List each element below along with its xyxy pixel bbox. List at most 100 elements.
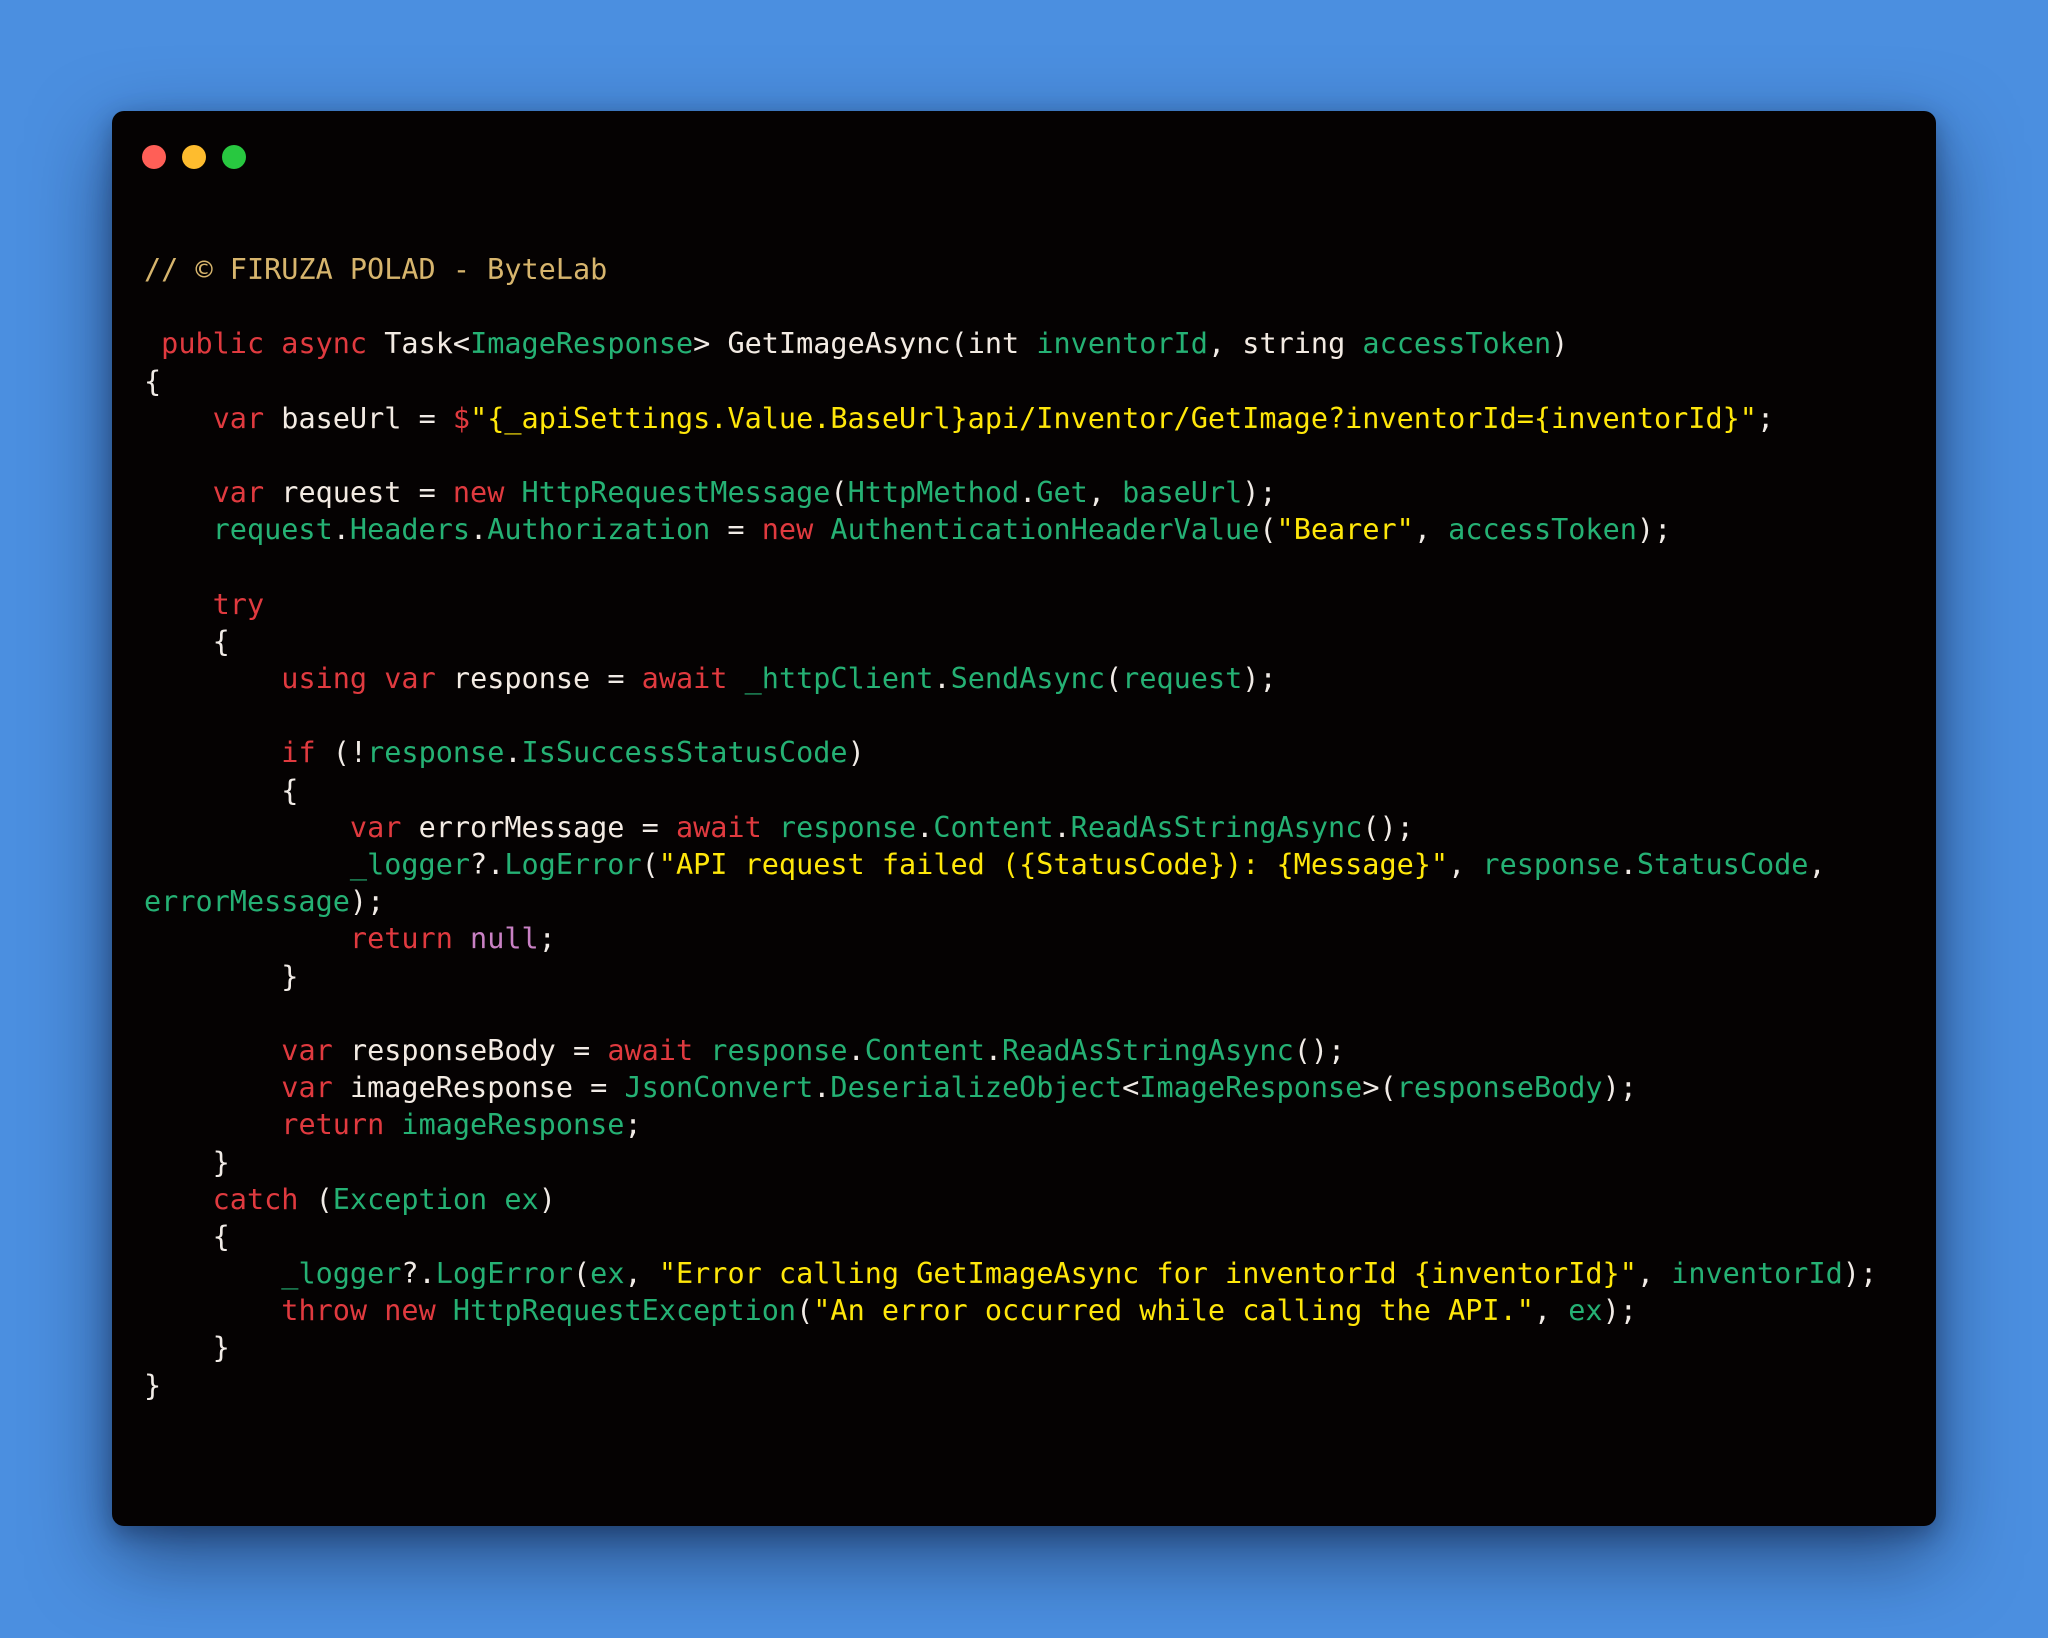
- code-line: var request = new HttpRequestMessage(Htt…: [144, 474, 1877, 511]
- code-token-type: Authorization: [487, 513, 711, 547]
- code-token-punct: [144, 1294, 281, 1327]
- code-token-punct: [144, 1071, 281, 1104]
- code-line: public async Task<ImageResponse> GetImag…: [144, 325, 1877, 362]
- code-token-type: ex: [1568, 1294, 1603, 1328]
- code-token-type: accessToken: [1448, 513, 1637, 547]
- code-token-punct: }: [144, 1331, 230, 1365]
- code-token-keyword: new: [384, 1294, 436, 1328]
- code-token-punct: ,: [624, 1257, 659, 1291]
- code-token-punct: [144, 922, 350, 955]
- code-token-keyword: var: [384, 662, 436, 696]
- code-token-punct: (: [830, 476, 848, 510]
- code-token-punct: ): [538, 1182, 556, 1216]
- code-token-punct: .: [1619, 848, 1637, 881]
- code-token-punct: =: [624, 810, 676, 844]
- zoom-window-button[interactable]: [222, 145, 246, 169]
- code-token-punct: [144, 1183, 213, 1216]
- code-token-type: AuthenticationHeaderValue: [830, 513, 1260, 547]
- code-token-punct: [144, 662, 281, 695]
- code-token-type: response: [367, 736, 505, 770]
- code-token-punct: ,: [1087, 476, 1123, 510]
- code-token-punct: [367, 662, 384, 695]
- code-token-keyword: throw: [281, 1294, 368, 1328]
- code-token-punct: [762, 811, 779, 844]
- code-line: errorMessage);: [144, 883, 1877, 920]
- code-token-punct: ();: [1293, 1033, 1346, 1067]
- code-token-type: request: [1122, 662, 1243, 696]
- code-token-punct: [727, 662, 744, 695]
- code-line: }: [144, 1367, 1877, 1404]
- code-token-ident: response: [452, 662, 591, 696]
- code-token-keyword: try: [212, 587, 265, 621]
- code-token-keyword: new: [452, 476, 505, 510]
- code-token-type: HttpRequestMessage: [521, 476, 831, 510]
- code-token-punct: [693, 1034, 710, 1067]
- code-line: var responseBody = await response.Conten…: [144, 1032, 1877, 1069]
- code-token-string: "API request failed ({StatusCode}): {Mes…: [658, 848, 1449, 881]
- code-token-punct: }: [144, 959, 299, 993]
- code-line: _logger?.LogError(ex, "Error calling Get…: [144, 1255, 1877, 1292]
- code-token-keyword: async: [281, 327, 368, 361]
- code-window: // © FIRUZA POLAD - ByteLab public async…: [112, 111, 1936, 1526]
- code-token-punct: {: [144, 1219, 230, 1253]
- code-line: {: [144, 623, 1877, 660]
- code-token-ident: int: [967, 327, 1020, 361]
- code-token-comment: // © FIRUZA POLAD - ByteLab: [144, 253, 608, 286]
- code-token-keyword: if: [281, 736, 316, 770]
- code-token-punct: [436, 662, 453, 695]
- code-line: // © FIRUZA POLAD - ByteLab: [144, 251, 1877, 288]
- code-token-punct: <: [1122, 1071, 1140, 1105]
- code-token-punct: ,: [1533, 1294, 1569, 1328]
- code-token-type: Content: [933, 810, 1054, 844]
- code-line: _logger?.LogError("API request failed ({…: [144, 846, 1877, 883]
- code-token-type: response: [710, 1033, 848, 1067]
- code-token-type: imageResponse: [401, 1108, 625, 1142]
- code-line: var imageResponse = JsonConvert.Deserial…: [144, 1069, 1877, 1106]
- code-token-punct: [367, 327, 384, 360]
- code-token-ident: responseBody: [349, 1033, 556, 1067]
- code-token-punct: [144, 736, 281, 769]
- code-token-string: "Bearer": [1276, 513, 1414, 547]
- code-token-punct: (: [298, 1182, 333, 1216]
- code-token-punct: [144, 327, 161, 360]
- code-token-type: LogError: [504, 848, 642, 881]
- code-token-punct: ,: [1207, 327, 1243, 361]
- code-token-punct: =: [401, 476, 453, 510]
- code-token-punct: ,: [1448, 848, 1483, 881]
- code-token-type: Headers: [349, 513, 471, 547]
- code-token-punct: ,: [1413, 513, 1449, 547]
- code-token-punct: );: [1602, 1294, 1637, 1328]
- code-token-ident: Task: [384, 327, 453, 361]
- code-token-keyword: new: [761, 513, 814, 547]
- code-token-type: JsonConvert: [624, 1071, 814, 1105]
- code-token-punct: =: [401, 401, 453, 435]
- code-line: catch (Exception ex): [144, 1181, 1877, 1218]
- code-token-keyword: return: [281, 1108, 385, 1142]
- code-line: var errorMessage = await response.Conten…: [144, 809, 1877, 846]
- code-token-type: _logger: [349, 848, 471, 881]
- code-token-keyword: await: [607, 1033, 694, 1067]
- minimize-window-button[interactable]: [182, 145, 206, 169]
- code-token-punct: (: [573, 1257, 591, 1291]
- code-token-punct: ): [1551, 327, 1569, 361]
- code-token-punct: [264, 327, 281, 360]
- code-token-type: accessToken: [1362, 327, 1552, 361]
- close-window-button[interactable]: [142, 145, 166, 169]
- code-token-punct: );: [1602, 1071, 1637, 1105]
- code-line: using var response = await _httpClient.S…: [144, 660, 1877, 697]
- code-token-type: request: [212, 513, 333, 547]
- code-token-keyword: using: [281, 662, 368, 696]
- code-token-type: baseUrl: [1122, 476, 1243, 510]
- code-token-keyword: await: [641, 662, 728, 696]
- code-token-punct: =: [555, 1033, 608, 1067]
- code-token-punct: =: [573, 1071, 625, 1105]
- code-token-punct: .: [847, 1033, 865, 1067]
- code-token-punct: (: [950, 327, 968, 361]
- code-token-punct: [144, 1257, 281, 1290]
- code-token-punct: );: [349, 885, 385, 919]
- code-line: if (!response.IsSuccessStatusCode): [144, 734, 1877, 771]
- code-token-punct: ;: [538, 922, 556, 956]
- code-token-keyword: catch: [212, 1182, 299, 1216]
- code-token-punct: [144, 476, 213, 509]
